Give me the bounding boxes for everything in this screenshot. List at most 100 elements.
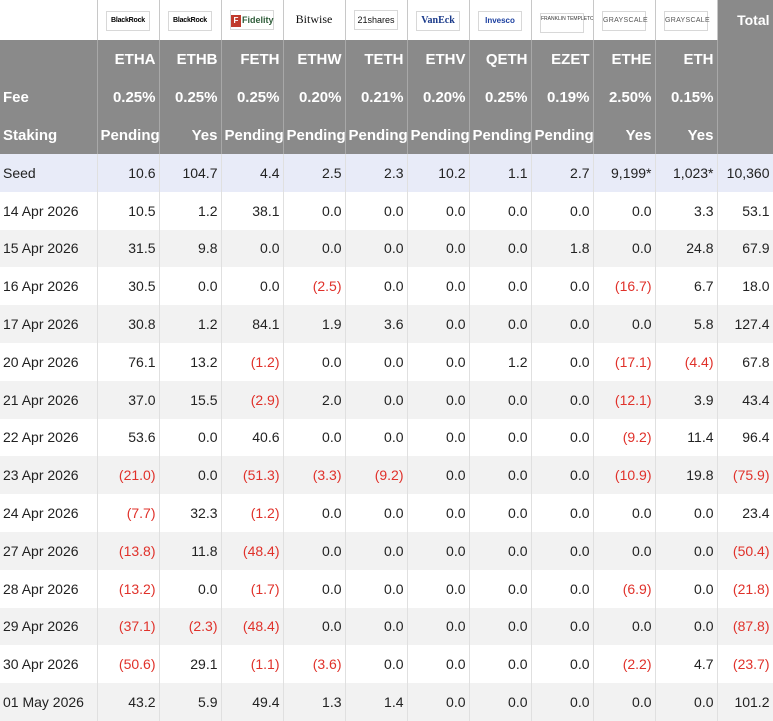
flow-cell: 2.7 bbox=[531, 154, 594, 192]
flow-cell: 0.0 bbox=[531, 607, 594, 646]
row-date-label: 24 Apr 2026 bbox=[0, 494, 98, 532]
flow-cell: 49.4 bbox=[221, 683, 284, 721]
flow-cell: 0.0 bbox=[531, 418, 594, 457]
flow-cell: 0.0 bbox=[593, 229, 656, 268]
grayscale-logo-icon: GRAYSCALE bbox=[602, 11, 648, 31]
flow-cell: 43.2 bbox=[97, 683, 160, 721]
flow-cell: 15.5 bbox=[159, 380, 222, 419]
flow-cell: 0.0 bbox=[345, 607, 408, 646]
flow-cell: 0.0 bbox=[531, 683, 594, 721]
flow-cell: 0.0 bbox=[221, 229, 284, 268]
flow-cell: 24.8 bbox=[655, 229, 718, 268]
flow-cell: (9.2) bbox=[593, 418, 656, 457]
ticker-header[interactable]: TETH bbox=[345, 40, 408, 78]
row-total-cell: 18.0 bbox=[717, 267, 773, 306]
issuer-logo-cell: FRANKLIN TEMPLETON bbox=[531, 0, 594, 40]
flow-cell: 19.8 bbox=[655, 456, 718, 495]
flow-cell: 9.8 bbox=[159, 229, 222, 268]
issuer-logo-cell: Bitwise bbox=[283, 0, 346, 40]
flow-cell: 0.0 bbox=[407, 607, 470, 646]
row-date-label: 22 Apr 2026 bbox=[0, 418, 98, 457]
fee-value: 0.25% bbox=[469, 78, 532, 116]
staking-value: Pending bbox=[345, 116, 408, 154]
flow-cell: (17.1) bbox=[593, 342, 656, 381]
fee-row: Fee 0.25% 0.25% 0.25% 0.20% 0.21% 0.20% 0.25% 0… bbox=[0, 78, 773, 116]
fidelity-logo-text: Fidelity bbox=[242, 15, 274, 25]
flow-cell: 0.0 bbox=[469, 645, 532, 684]
row-total-cell: 67.8 bbox=[717, 342, 773, 381]
flow-cell: 0.0 bbox=[345, 569, 408, 608]
ticker-header[interactable]: EZET bbox=[531, 40, 594, 78]
row-date-label: 16 Apr 2026 bbox=[0, 267, 98, 306]
row-total-cell: 23.4 bbox=[717, 494, 773, 532]
ticker-header[interactable]: FETH bbox=[221, 40, 284, 78]
flow-row: 22 Apr 2026 53.6 0.0 40.6 0.0 0.0 0.0 0.0 0.0 (9.… bbox=[0, 418, 773, 457]
fee-value: 0.20% bbox=[407, 78, 470, 116]
flow-cell: 4.7 bbox=[655, 645, 718, 684]
flow-cell: 0.0 bbox=[345, 380, 408, 419]
flow-cell: 0.0 bbox=[531, 305, 594, 343]
ticker-header[interactable]: ETH bbox=[655, 40, 718, 78]
flow-cell: (51.3) bbox=[221, 456, 284, 495]
flow-cell: 0.0 bbox=[531, 531, 594, 570]
flow-cell: 0.0 bbox=[407, 229, 470, 268]
ticker-header[interactable]: ETHV bbox=[407, 40, 470, 78]
ticker-header[interactable]: ETHB bbox=[159, 40, 222, 78]
flow-cell: 0.0 bbox=[283, 229, 346, 268]
flow-cell: (1.2) bbox=[221, 494, 284, 532]
fee-value: 2.50% bbox=[593, 78, 656, 116]
flow-cell: 32.3 bbox=[159, 494, 222, 532]
flow-cell: 1.8 bbox=[531, 229, 594, 268]
flow-cell: (12.1) bbox=[593, 380, 656, 419]
ticker-header[interactable]: QETH bbox=[469, 40, 532, 78]
ticker-header[interactable]: ETHA bbox=[97, 40, 160, 78]
row-total-cell: 101.2 bbox=[717, 683, 773, 721]
flow-row: 24 Apr 2026 (7.7) 32.3 (1.2) 0.0 0.0 0.0 0.0 0.0… bbox=[0, 494, 773, 532]
flow-cell: 0.0 bbox=[345, 645, 408, 684]
issuer-logo-cell: GRAYSCALE bbox=[593, 0, 656, 40]
staking-row: Staking Pending Yes Pending Pending Pending P… bbox=[0, 116, 773, 154]
flow-cell: 1.2 bbox=[159, 305, 222, 343]
flow-cell: 1.2 bbox=[469, 342, 532, 381]
staking-value: Pending bbox=[407, 116, 470, 154]
row-date-label: 29 Apr 2026 bbox=[0, 607, 98, 646]
flow-cell: (1.7) bbox=[221, 569, 284, 608]
row-date-label: Seed bbox=[0, 154, 98, 192]
flow-cell: (37.1) bbox=[97, 607, 160, 646]
flow-cell: 0.0 bbox=[469, 569, 532, 608]
flow-row: 21 Apr 2026 37.0 15.5 (2.9) 2.0 0.0 0.0 0.0 0.0(… bbox=[0, 380, 773, 419]
flow-cell: (48.4) bbox=[221, 531, 284, 570]
flow-cell: 0.0 bbox=[345, 191, 408, 230]
flow-cell: 1.1 bbox=[469, 154, 532, 192]
row-total-cell: 96.4 bbox=[717, 418, 773, 457]
flow-cell: 0.0 bbox=[345, 494, 408, 532]
21shares-logo-icon: 21shares bbox=[354, 10, 398, 30]
issuer-logo-cell: BlackRock bbox=[97, 0, 160, 40]
flow-cell: 0.0 bbox=[407, 342, 470, 381]
flow-row: 16 Apr 2026 30.5 0.0 0.0 (2.5) 0.0 0.0 0.0 0.0 (1… bbox=[0, 267, 773, 306]
row-total-cell: 10,360 bbox=[717, 154, 773, 192]
total-header-blank bbox=[717, 40, 773, 78]
row-date-label: 01 May 2026 bbox=[0, 683, 98, 721]
flow-cell: (9.2) bbox=[345, 456, 408, 495]
flow-cell: (4.4) bbox=[655, 342, 718, 381]
flow-cell: 0.0 bbox=[469, 267, 532, 306]
flow-cell: 0.0 bbox=[655, 494, 718, 532]
staking-value: Yes bbox=[655, 116, 718, 154]
flow-cell: 30.5 bbox=[97, 267, 160, 306]
flow-cell: (48.4) bbox=[221, 607, 284, 646]
flow-cell: 0.0 bbox=[283, 342, 346, 381]
flow-cell: (1.1) bbox=[221, 645, 284, 684]
staking-value: Yes bbox=[593, 116, 656, 154]
staking-value: Pending bbox=[283, 116, 346, 154]
flow-cell: (2.9) bbox=[221, 380, 284, 419]
staking-value: Yes bbox=[159, 116, 222, 154]
fee-label: Fee bbox=[0, 78, 98, 116]
ticker-header[interactable]: ETHE bbox=[593, 40, 656, 78]
total-header[interactable]: Total bbox=[717, 0, 773, 40]
flow-cell: 0.0 bbox=[345, 418, 408, 457]
flow-cell: 0.0 bbox=[655, 531, 718, 570]
flow-cell: 0.0 bbox=[283, 569, 346, 608]
flow-cell: 0.0 bbox=[159, 267, 222, 306]
ticker-header[interactable]: ETHW bbox=[283, 40, 346, 78]
